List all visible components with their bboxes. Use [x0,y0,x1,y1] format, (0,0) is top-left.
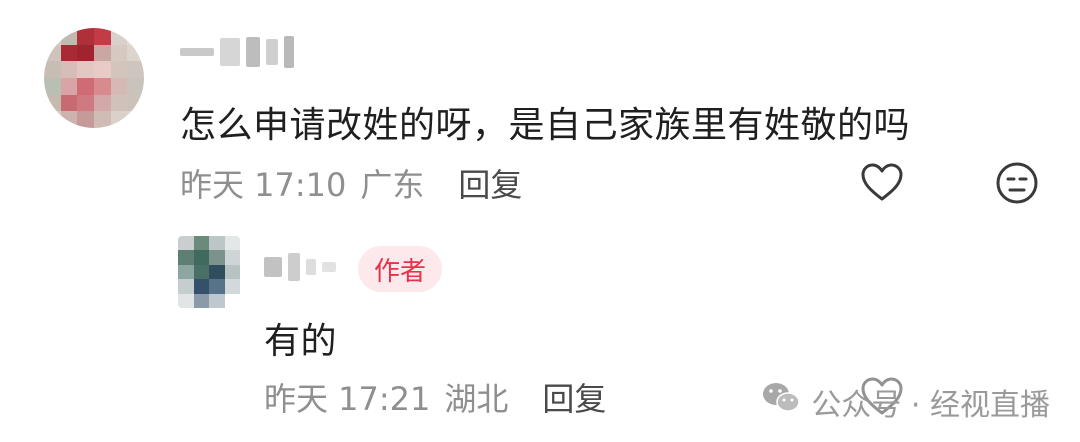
watermark-text: 公众号 · 经视直播 [811,388,1050,423]
reply-location: 湖北 [444,380,509,418]
avatar[interactable] [44,28,144,128]
reply-reply-button[interactable]: 回复 [542,374,606,420]
username[interactable] [180,34,294,70]
meh-face-icon[interactable] [994,160,1040,206]
reply-button[interactable]: 回复 [458,160,522,206]
author-badge: 作者 [358,246,443,292]
reply-text: 有的 [264,321,338,362]
reply-date: 昨天 17:21 [264,380,431,418]
reply-meta: 昨天 17:21 湖北 回复 [264,374,606,420]
reply-username[interactable] [264,250,336,284]
comment-location: 广东 [360,166,425,204]
wechat-icon [761,381,801,423]
reply-avatar[interactable] [178,236,240,308]
comment-text: 怎么申请改姓的呀，是自己家族里有姓敬的吗 [180,105,911,146]
comment-date: 昨天 17:10 [180,166,347,204]
watermark: 公众号 · 经视直播 [761,380,1050,424]
comment-meta: 昨天 17:10 广东 回复 [180,160,522,206]
heart-icon[interactable] [858,160,906,204]
